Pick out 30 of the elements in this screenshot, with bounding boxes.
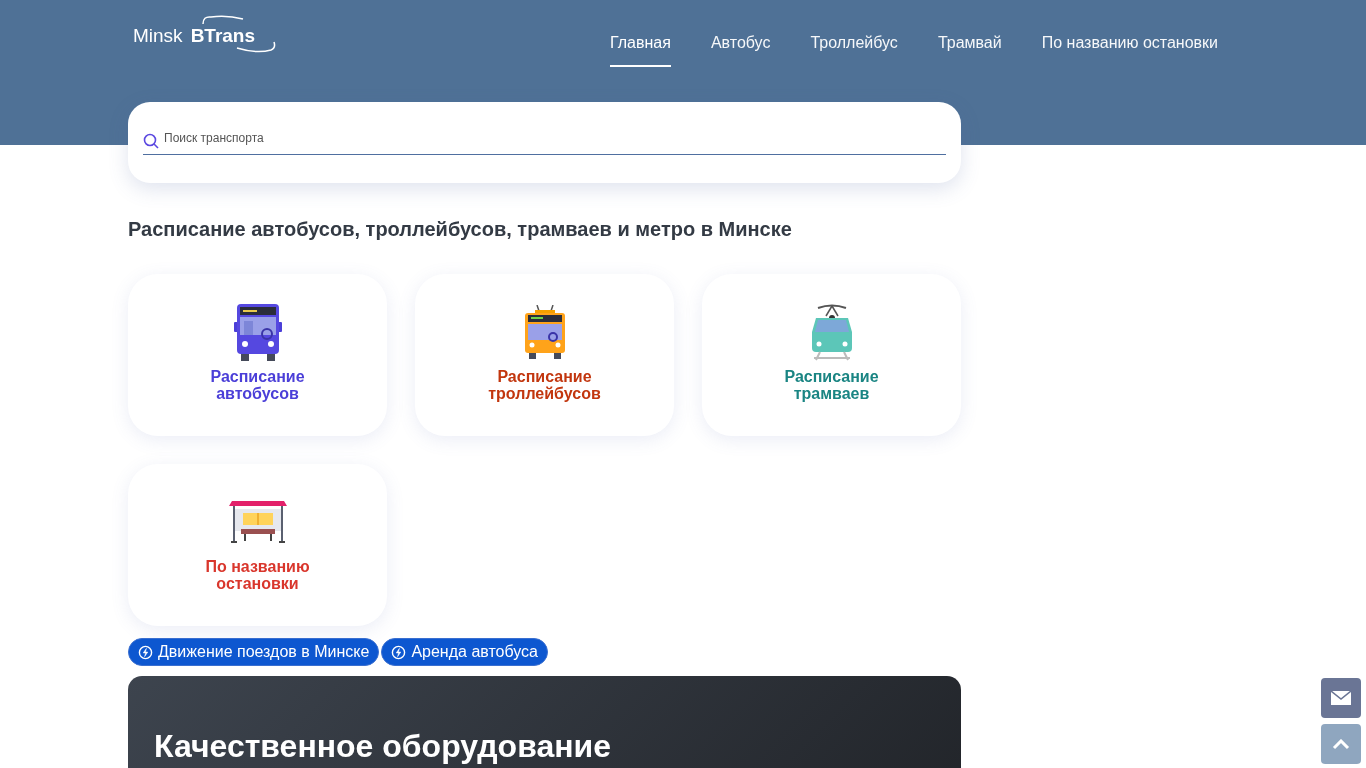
schedule-card[interactable]: По названию остановки <box>128 464 387 626</box>
scroll-top-button[interactable] <box>1321 724 1361 764</box>
nav-link[interactable]: Троллейбус <box>810 31 898 67</box>
lightning-icon <box>138 644 153 660</box>
page-heading: Расписание автобусов, троллейбусов, трамваев и метро в Минске <box>128 217 793 242</box>
bus-icon <box>233 304 282 362</box>
schedule-card[interactable]: Расписание автобусов <box>128 274 387 436</box>
card-label: По названию остановки <box>205 558 310 592</box>
card-label: Расписание троллейбусов <box>488 368 601 402</box>
nav-link[interactable]: Автобус <box>710 31 771 67</box>
tram-icon <box>809 304 854 362</box>
link-pill[interactable]: Аренда автобуса <box>381 638 548 666</box>
banner-title: Качественное оборудование <box>154 730 612 762</box>
search-field[interactable]: Поиск транспорта <box>164 129 946 147</box>
site-logo[interactable]: Minsk BTrans <box>133 14 279 58</box>
card-label: Расписание трамваев <box>784 368 879 402</box>
schedule-card[interactable]: Расписание трамваев <box>702 274 961 436</box>
nav-link[interactable]: Главная <box>610 31 671 67</box>
nav-link[interactable]: Трамвай <box>937 31 1002 67</box>
chevron-up-icon <box>1332 738 1350 750</box>
bus-stop-icon <box>228 501 287 545</box>
link-pill[interactable]: Движение поездов в Минске <box>128 638 380 666</box>
search-icon <box>143 133 159 149</box>
schedule-card[interactable]: Расписание троллейбусов <box>415 274 674 436</box>
trolleybus-icon <box>522 305 567 361</box>
lightning-icon <box>391 644 407 660</box>
nav-link[interactable]: По названию остановки <box>1041 31 1218 67</box>
mail-icon <box>1331 691 1351 705</box>
card-label: Расписание автобусов <box>210 368 305 402</box>
mail-button[interactable] <box>1321 678 1361 718</box>
